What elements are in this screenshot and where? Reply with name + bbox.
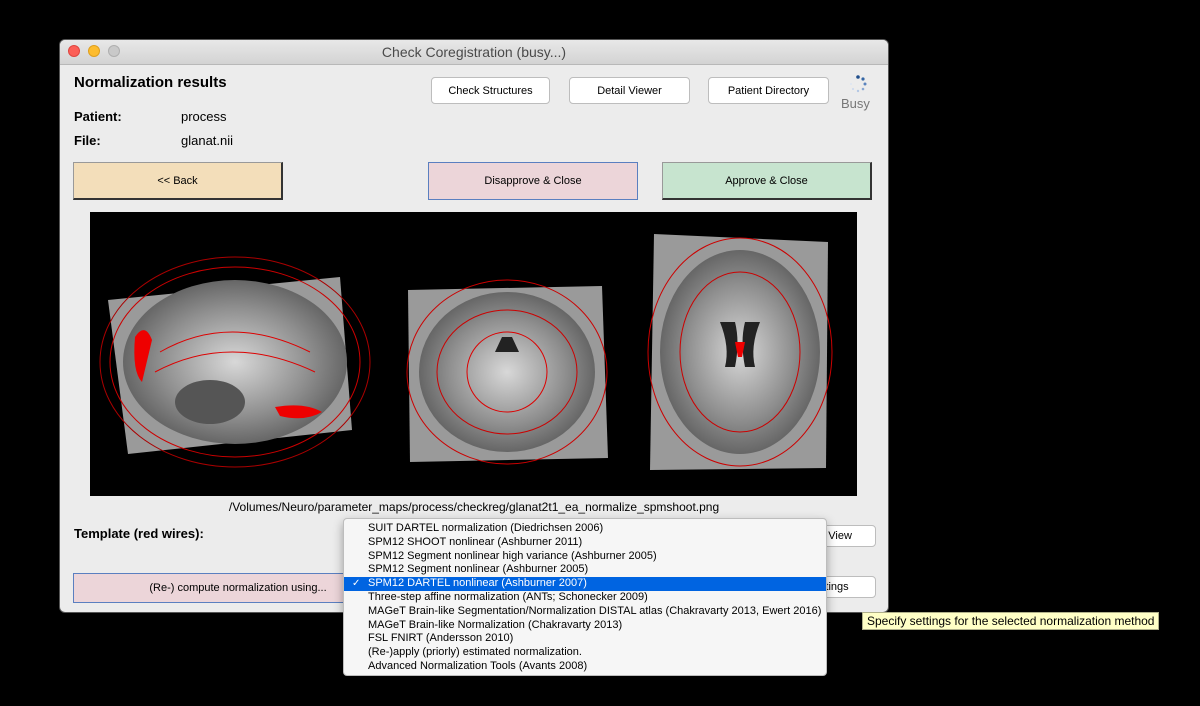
approve-close-button[interactable]: Approve & Close — [662, 162, 872, 200]
disapprove-close-button[interactable]: Disapprove & Close — [428, 162, 638, 200]
dropdown-option[interactable]: (Re-)apply (priorly) estimated normaliza… — [344, 646, 826, 660]
dropdown-option-label: (Re-)apply (priorly) estimated normaliza… — [368, 646, 582, 659]
dropdown-option[interactable]: SPM12 SHOOT nonlinear (Ashburner 2011) — [344, 536, 826, 550]
dropdown-option-label: SPM12 SHOOT nonlinear (Ashburner 2011) — [368, 535, 583, 548]
busy-label: Busy — [841, 96, 870, 111]
window-title: Check Coregistration (busy...) — [381, 44, 567, 60]
image-path: /Volumes/Neuro/parameter_maps/process/ch… — [228, 500, 720, 514]
normalization-method-dropdown[interactable]: SUIT DARTEL normalization (Diedrichsen 2… — [343, 518, 827, 676]
dropdown-option[interactable]: SPM12 Segment nonlinear high variance (A… — [344, 550, 826, 564]
axial-slice — [647, 234, 833, 470]
dropdown-option[interactable]: MAGeT Brain-like Normalization (Chakrava… — [344, 619, 826, 633]
page-title: Normalization results — [74, 74, 227, 91]
dropdown-option-label: SPM12 DARTEL nonlinear (Ashburner 2007) — [368, 577, 587, 590]
dropdown-option[interactable]: SPM12 Segment nonlinear (Ashburner 2005) — [344, 563, 826, 577]
dropdown-option-label: SPM12 Segment nonlinear high variance (A… — [368, 549, 657, 562]
dropdown-option-label: SPM12 Segment nonlinear (Ashburner 2005) — [368, 563, 589, 576]
dropdown-option[interactable]: Three-step affine normalization (ANTs; S… — [344, 591, 826, 605]
patient-value: process — [181, 109, 227, 124]
dropdown-option-label: Advanced Normalization Tools (Avants 200… — [368, 659, 588, 672]
coronal-slice — [406, 279, 608, 465]
dropdown-option[interactable]: SUIT DARTEL normalization (Diedrichsen 2… — [344, 522, 826, 536]
dropdown-option[interactable]: ✓ SPM12 DARTEL nonlinear (Ashburner 2007) — [344, 577, 826, 591]
file-value: glanat.nii — [181, 133, 234, 148]
dropdown-option-label: Three-step affine normalization (ANTs; S… — [368, 590, 648, 603]
dropdown-option-label: MAGeT Brain-like Segmentation/Normalizat… — [368, 604, 822, 617]
dropdown-option[interactable]: FSL FNIRT (Andersson 2010) — [344, 632, 826, 646]
template-label: Template (red wires): — [74, 526, 204, 541]
back-button[interactable]: << Back — [73, 162, 283, 200]
patient-directory-button[interactable]: Patient Directory — [708, 77, 829, 104]
dropdown-option-label: MAGeT Brain-like Normalization (Chakrava… — [368, 618, 623, 631]
dropdown-option-label: SUIT DARTEL normalization (Diedrichsen 2… — [368, 522, 604, 534]
checkmark-icon: ✓ — [352, 578, 361, 590]
busy-spinner-icon — [850, 75, 867, 93]
settings-tooltip: Specify settings for the selected normal… — [862, 612, 1160, 630]
dropdown-option[interactable]: MAGeT Brain-like Segmentation/Normalizat… — [344, 605, 826, 619]
brain-slices-image — [99, 234, 833, 470]
file-label: File: — [74, 133, 101, 148]
detail-viewer-button[interactable]: Detail Viewer — [569, 77, 690, 104]
check-structures-button[interactable]: Check Structures — [431, 77, 550, 104]
title-bar[interactable]: Check Coregistration (busy...) — [60, 40, 888, 65]
dropdown-option-label: FSL FNIRT (Andersson 2010) — [368, 632, 514, 645]
sagittal-slice — [99, 256, 371, 468]
dropdown-option[interactable]: Advanced Normalization Tools (Avants 200… — [344, 660, 826, 674]
patient-label: Patient: — [74, 109, 122, 124]
normalization-image-viewer — [90, 212, 857, 496]
